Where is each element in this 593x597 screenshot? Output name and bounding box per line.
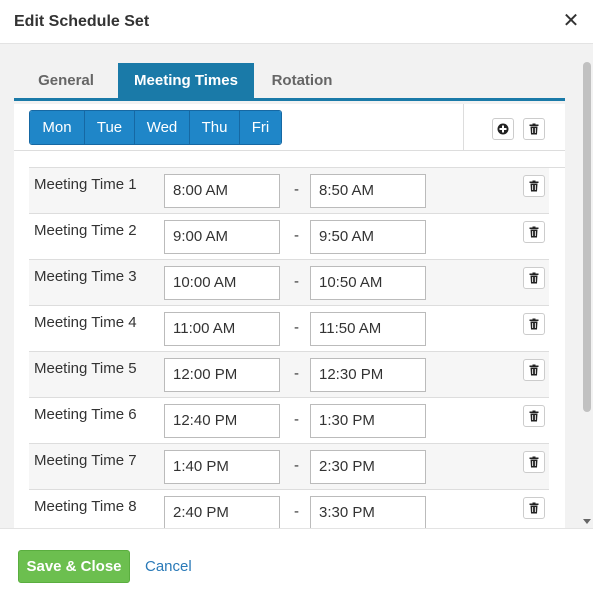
meeting-time-label: Meeting Time 3	[34, 268, 137, 285]
trash-icon	[529, 410, 539, 422]
time-separator: -	[294, 411, 299, 428]
start-time-input[interactable]: 11:00 AM	[164, 312, 280, 346]
meeting-time-label: Meeting Time 1	[34, 176, 137, 193]
meeting-time-row: Meeting Time 3 10:00 AM - 10:50 AM	[29, 260, 549, 306]
meeting-time-label: Meeting Time 8	[34, 498, 137, 515]
meeting-time-row: Meeting Time 7 1:40 PM - 2:30 PM	[29, 444, 549, 490]
day-bar: Mon Tue Wed Thu Fri	[14, 104, 565, 151]
time-separator: -	[294, 503, 299, 520]
end-time-input[interactable]: 3:30 PM	[310, 496, 426, 528]
end-time-input[interactable]: 12:30 PM	[310, 358, 426, 392]
trash-icon	[529, 456, 539, 468]
delete-all-button[interactable]	[523, 118, 545, 140]
day-button-mon[interactable]: Mon	[30, 111, 85, 144]
end-time-input[interactable]: 1:30 PM	[310, 404, 426, 438]
edit-schedule-set-dialog: Edit Schedule Set ✕ General Meeting Time…	[0, 0, 593, 597]
meeting-time-row: Meeting Time 1 8:00 AM - 8:50 AM	[29, 168, 549, 214]
meeting-time-row: Meeting Time 8 2:40 PM - 3:30 PM	[29, 490, 549, 528]
tab-general[interactable]: General	[14, 63, 118, 98]
delete-meeting-time-button[interactable]	[523, 267, 545, 289]
meeting-time-label: Meeting Time 7	[34, 452, 137, 469]
start-time-input[interactable]: 9:00 AM	[164, 220, 280, 254]
dialog-footer: Save & Close Cancel	[0, 528, 593, 597]
day-selector: Mon Tue Wed Thu Fri	[29, 110, 282, 145]
meeting-times-panel: Mon Tue Wed Thu Fri Meeting Time 1 8:00 …	[14, 104, 565, 528]
meeting-time-row: Meeting Time 5 12:00 PM - 12:30 PM	[29, 352, 549, 398]
dialog-body: General Meeting Times Rotation Mon Tue W…	[0, 44, 593, 528]
day-button-wed[interactable]: Wed	[135, 111, 190, 144]
trash-icon	[529, 502, 539, 514]
panel-tools	[463, 104, 565, 151]
add-meeting-time-button[interactable]	[492, 118, 514, 140]
trash-icon	[529, 123, 539, 135]
delete-meeting-time-button[interactable]	[523, 405, 545, 427]
meeting-time-label: Meeting Time 2	[34, 222, 137, 239]
cancel-link[interactable]: Cancel	[145, 558, 192, 575]
dialog-title: Edit Schedule Set	[14, 13, 150, 30]
plus-circle-icon	[497, 123, 509, 135]
scroll-down-arrow-icon[interactable]	[583, 519, 591, 524]
trash-icon	[529, 318, 539, 330]
meeting-time-label: Meeting Time 5	[34, 360, 137, 377]
tab-meeting-times[interactable]: Meeting Times	[118, 63, 254, 98]
trash-icon	[529, 180, 539, 192]
tab-bar: General Meeting Times Rotation	[14, 63, 565, 101]
delete-meeting-time-button[interactable]	[523, 175, 545, 197]
start-time-input[interactable]: 12:40 PM	[164, 404, 280, 438]
time-separator: -	[294, 273, 299, 290]
end-time-input[interactable]: 8:50 AM	[310, 174, 426, 208]
day-button-fri[interactable]: Fri	[240, 111, 281, 144]
meeting-times-list: Meeting Time 1 8:00 AM - 8:50 AM Meeting…	[29, 167, 565, 528]
time-separator: -	[294, 319, 299, 336]
start-time-input[interactable]: 12:00 PM	[164, 358, 280, 392]
scrollbar-thumb[interactable]	[583, 62, 591, 412]
day-button-thu[interactable]: Thu	[190, 111, 240, 144]
delete-meeting-time-button[interactable]	[523, 451, 545, 473]
delete-meeting-time-button[interactable]	[523, 359, 545, 381]
day-button-tue[interactable]: Tue	[85, 111, 135, 144]
meeting-time-row: Meeting Time 2 9:00 AM - 9:50 AM	[29, 214, 549, 260]
delete-meeting-time-button[interactable]	[523, 313, 545, 335]
delete-meeting-time-button[interactable]	[523, 221, 545, 243]
end-time-input[interactable]: 10:50 AM	[310, 266, 426, 300]
time-separator: -	[294, 365, 299, 382]
close-icon[interactable]: ✕	[561, 11, 581, 31]
trash-icon	[529, 226, 539, 238]
start-time-input[interactable]: 8:00 AM	[164, 174, 280, 208]
save-and-close-button[interactable]: Save & Close	[18, 550, 130, 583]
vertical-scrollbar[interactable]	[580, 44, 593, 528]
meeting-time-label: Meeting Time 4	[34, 314, 137, 331]
tab-rotation[interactable]: Rotation	[254, 63, 350, 98]
end-time-input[interactable]: 2:30 PM	[310, 450, 426, 484]
end-time-input[interactable]: 9:50 AM	[310, 220, 426, 254]
meeting-time-label: Meeting Time 6	[34, 406, 137, 423]
start-time-input[interactable]: 1:40 PM	[164, 450, 280, 484]
trash-icon	[529, 272, 539, 284]
dialog-header: Edit Schedule Set ✕	[0, 0, 593, 44]
trash-icon	[529, 364, 539, 376]
time-separator: -	[294, 457, 299, 474]
start-time-input[interactable]: 10:00 AM	[164, 266, 280, 300]
time-separator: -	[294, 227, 299, 244]
start-time-input[interactable]: 2:40 PM	[164, 496, 280, 528]
meeting-time-row: Meeting Time 6 12:40 PM - 1:30 PM	[29, 398, 549, 444]
end-time-input[interactable]: 11:50 AM	[310, 312, 426, 346]
meeting-time-row: Meeting Time 4 11:00 AM - 11:50 AM	[29, 306, 549, 352]
time-separator: -	[294, 181, 299, 198]
delete-meeting-time-button[interactable]	[523, 497, 545, 519]
